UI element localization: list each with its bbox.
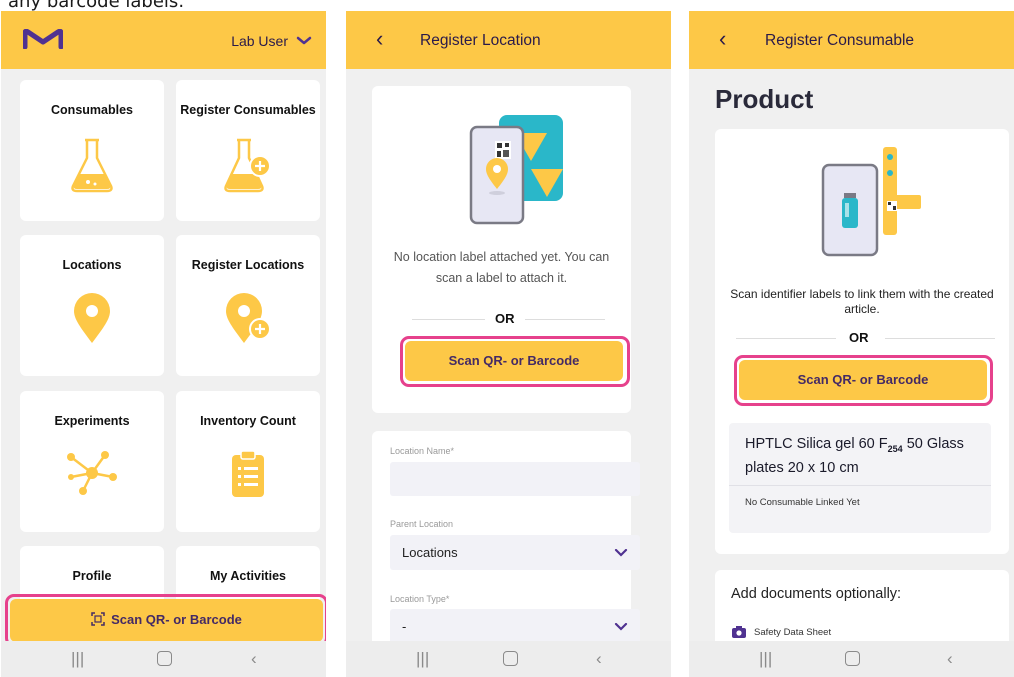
register-consumable-screen: ‹ Register Consumable Product Scan ident… (689, 11, 1014, 677)
system-nav-bar: ||| ‹ (1, 641, 326, 677)
tile-label: Inventory Count (200, 414, 296, 428)
back-icon[interactable]: ‹ (596, 649, 602, 669)
documents-title: Add documents optionally: (731, 586, 902, 602)
tile-register-locations[interactable]: Register Locations (176, 235, 320, 376)
location-type-value: - (402, 619, 407, 634)
chevron-down-icon (614, 549, 628, 557)
product-name-subscript: 254 (887, 443, 903, 454)
location-type-label: Location Type* (390, 594, 450, 604)
parent-location-value: Locations (402, 545, 458, 560)
app-bar: Lab User (1, 11, 326, 69)
parent-location-label: Parent Location (390, 519, 454, 529)
scan-qr-button[interactable]: Scan QR- or Barcode (739, 360, 987, 400)
or-separator: OR (495, 311, 515, 326)
tile-locations[interactable]: Locations (20, 235, 164, 376)
flask-plus-icon (224, 138, 271, 193)
scan-card: Scan identifier labels to link them with… (715, 129, 1009, 554)
recent-apps-icon[interactable]: ||| (71, 649, 84, 669)
documents-card: Add documents optionally: Safety Data Sh… (715, 570, 1009, 650)
home-screen: Lab User Consumables Register Consumable… (1, 11, 326, 677)
user-menu[interactable]: Lab User (231, 33, 312, 49)
scan-qr-button[interactable]: Scan QR- or Barcode (10, 599, 323, 642)
camera-icon (732, 626, 746, 638)
divider-left (736, 338, 836, 339)
recent-apps-icon[interactable]: ||| (416, 649, 429, 669)
clipboard-icon (232, 450, 264, 497)
phone-scan-illustration (469, 115, 563, 225)
product-divider (729, 485, 991, 486)
divider-left (412, 319, 485, 320)
back-icon[interactable]: ‹ (251, 649, 257, 669)
location-pin-plus-icon (226, 293, 271, 343)
recent-apps-icon[interactable]: ||| (759, 649, 772, 669)
tile-label: Register Locations (191, 258, 305, 272)
qr-scan-icon (91, 612, 105, 626)
tile-label: Profile (72, 569, 112, 583)
tile-label: Consumables (51, 103, 133, 117)
chevron-down-icon (614, 623, 628, 631)
scan-button-label: Scan QR- or Barcode (111, 612, 242, 627)
divider-right (525, 319, 605, 320)
tile-label: Experiments (54, 414, 130, 428)
tile-register-consumables[interactable]: Register Consumables (176, 80, 320, 221)
page-heading: Product (715, 84, 814, 114)
home-icon[interactable] (503, 651, 518, 666)
system-nav-bar: ||| ‹ (689, 641, 1014, 677)
brand-logo (23, 29, 63, 49)
user-menu-label: Lab User (231, 33, 288, 49)
app-bar: ‹ Register Consumable (689, 11, 1014, 69)
product-name-text: HPTLC Silica gel 60 F (745, 436, 888, 452)
tile-experiments[interactable]: Experiments (20, 391, 164, 532)
tile-label: Locations (62, 258, 122, 272)
back-arrow-icon[interactable]: ‹ (376, 26, 383, 52)
location-name-input[interactable] (390, 462, 640, 496)
location-pin-icon (74, 293, 110, 343)
tile-label: My Activities (210, 569, 286, 583)
app-bar: ‹ Register Location (346, 11, 671, 69)
flask-icon (71, 138, 113, 193)
tile-consumables[interactable]: Consumables (20, 80, 164, 221)
back-icon[interactable]: ‹ (947, 649, 953, 669)
scan-qr-button[interactable]: Scan QR- or Barcode (405, 341, 623, 381)
document-item-safety-data-sheet[interactable]: Safety Data Sheet (754, 627, 831, 638)
screen-title: Register Consumable (765, 32, 915, 49)
home-icon[interactable] (845, 651, 860, 666)
scan-message: No location label attached yet. You can … (393, 250, 610, 285)
parent-location-select[interactable]: Locations (390, 535, 640, 570)
tile-inventory-count[interactable]: Inventory Count (176, 391, 320, 532)
or-separator: OR (849, 330, 869, 345)
chevron-down-icon (296, 36, 312, 45)
screen-title: Register Location (420, 32, 541, 49)
location-name-label: Location Name* (390, 446, 455, 456)
product-name: HPTLC Silica gel 60 F254 50 Glass plates… (745, 435, 981, 478)
phone-scan-illustration (821, 147, 921, 257)
location-type-select[interactable]: - (390, 609, 640, 644)
location-form: Location Name* Parent Location Locations… (372, 431, 640, 661)
divider-right (885, 338, 995, 339)
scan-card: No location label attached yet. You can … (372, 86, 631, 413)
home-icon[interactable] (157, 651, 172, 666)
register-location-screen: ‹ Register Location No location label at… (346, 11, 671, 677)
back-arrow-icon[interactable]: ‹ (719, 26, 726, 52)
product-status: No Consumable Linked Yet (745, 497, 860, 508)
system-nav-bar: ||| ‹ (346, 641, 671, 677)
network-icon (67, 451, 117, 495)
product-card: HPTLC Silica gel 60 F254 50 Glass plates… (729, 423, 991, 533)
tile-label: Register Consumables (180, 103, 316, 117)
scan-message: Scan identifier labels to link them with… (730, 287, 994, 316)
